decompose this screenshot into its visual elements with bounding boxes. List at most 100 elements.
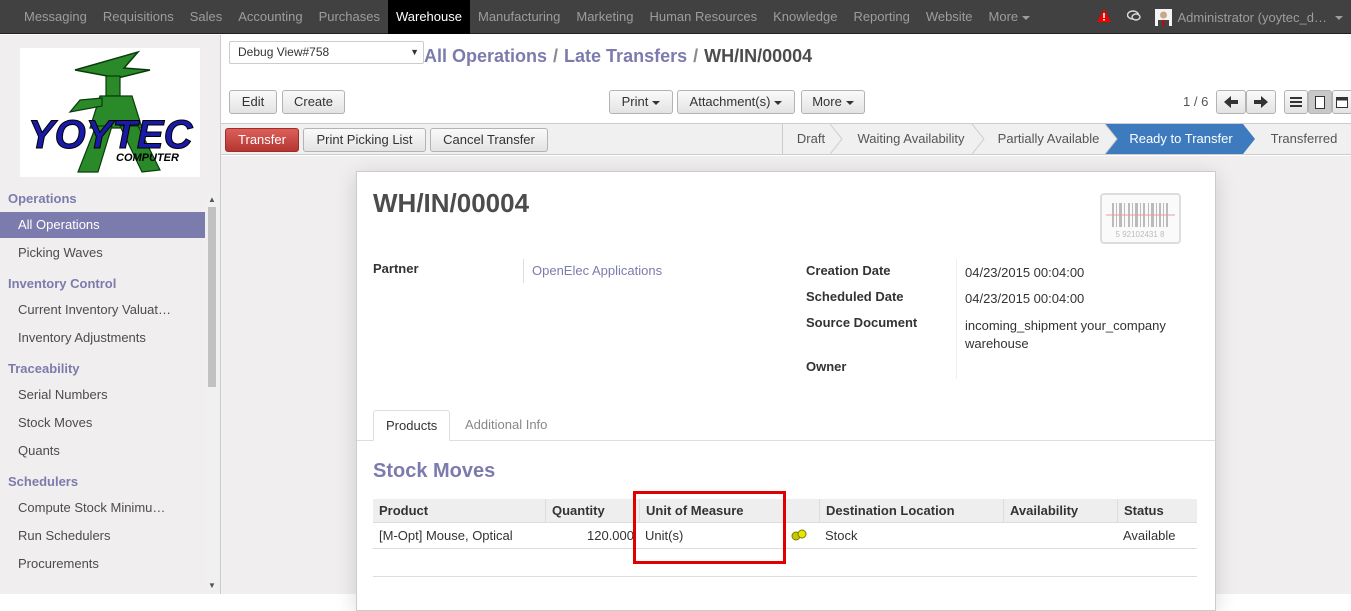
tab-products[interactable]: Products — [373, 410, 451, 441]
stage-transferred[interactable]: Transferred — [1257, 124, 1351, 154]
top-navbar: Messaging Requisitions Sales Accounting … — [0, 0, 1351, 34]
menu-website[interactable]: Website — [918, 0, 981, 34]
sidebar-item-picking-waves[interactable]: Picking Waves — [0, 240, 205, 266]
scheduled-date-label: Scheduled Date — [806, 289, 904, 304]
list-icon — [1290, 97, 1302, 107]
sidebar-item-procurements[interactable]: Procurements — [0, 551, 205, 577]
tab-additional-info[interactable]: Additional Info — [453, 410, 559, 441]
row-product: [M-Opt] Mouse, Optical — [379, 528, 513, 543]
calendar-view-button[interactable] — [1332, 90, 1351, 114]
section-traceability: Traceability — [8, 361, 80, 376]
arrow-right-icon — [1254, 96, 1268, 108]
sidebar-item-serial-numbers[interactable]: Serial Numbers — [0, 382, 205, 408]
col-destination-location[interactable]: Destination Location — [826, 503, 955, 518]
logo-subtext: COMPUTER — [116, 152, 179, 164]
section-schedulers: Schedulers — [8, 474, 79, 489]
stage-separator — [830, 124, 843, 154]
edit-button[interactable]: Edit — [229, 90, 277, 114]
user-name: Administrator (yoytec_d… — [1177, 9, 1327, 25]
company-logo[interactable]: YOYTEC COMPUTER — [20, 48, 200, 177]
debug-view-select[interactable]: Debug View#758 ▼ — [229, 41, 424, 64]
sidebar-item-inventory-adjustments[interactable]: Inventory Adjustments — [0, 325, 205, 351]
creation-date-label: Creation Date — [806, 263, 891, 278]
user-menu[interactable]: Administrator (yoytec_d… — [1177, 10, 1343, 25]
form-view-button[interactable] — [1308, 90, 1332, 114]
col-quantity[interactable]: Quantity — [552, 503, 605, 518]
transfer-button[interactable]: Transfer — [225, 128, 299, 152]
cancel-transfer-button[interactable]: Cancel Transfer — [430, 128, 548, 152]
scrollbar-thumb[interactable] — [208, 207, 216, 387]
breadcrumb-current: WH/IN/00004 — [704, 46, 813, 66]
form-sheet: WH/IN/00004 5 92102431 8 Partner OpenEle… — [356, 171, 1216, 611]
chevron-down-icon: ▼ — [410, 47, 419, 57]
breadcrumb: All Operations / Late Transfers / WH/IN/0000… — [424, 46, 813, 66]
chevron-down-icon — [652, 100, 661, 105]
create-button[interactable]: Create — [282, 90, 345, 114]
menu-more[interactable]: More — [981, 0, 1039, 34]
breadcrumb-late-transfers[interactable]: Late Transfers — [564, 46, 687, 66]
avatar[interactable] — [1155, 8, 1173, 26]
calendar-icon — [1336, 97, 1348, 108]
sidebar-scrollbar[interactable]: ▲ ▼ — [206, 195, 218, 590]
menu-warehouse[interactable]: Warehouse — [387, 0, 470, 34]
menu-messaging[interactable]: Messaging — [16, 0, 95, 34]
print-button[interactable]: Print — [609, 90, 673, 114]
chevron-down-icon — [1022, 15, 1031, 20]
row-destination: Stock — [825, 528, 858, 543]
more-button[interactable]: More — [801, 90, 865, 114]
chevron-down-icon — [845, 100, 854, 105]
sidebar-item-all-operations[interactable]: All Operations — [0, 212, 205, 238]
source-document-value: incoming_shipment your_company warehouse — [965, 318, 1166, 351]
stage-separator — [972, 124, 985, 154]
menu-sales[interactable]: Sales — [182, 0, 231, 34]
barcode-digits: 5 92102431 8 — [1116, 230, 1165, 239]
main-menu: Messaging Requisitions Sales Accounting … — [16, 0, 1038, 34]
attachments-label: Attachment(s) — [689, 94, 771, 109]
menu-knowledge[interactable]: Knowledge — [765, 0, 845, 34]
stage-separator — [1105, 124, 1120, 154]
print-picking-list-button[interactable]: Print Picking List — [303, 128, 426, 152]
sidebar-item-inventory-valuation[interactable]: Current Inventory Valuat… — [0, 297, 205, 323]
logo-text: YOYTEC — [28, 113, 194, 157]
stage-waiting-availability[interactable]: Waiting Availability — [843, 124, 979, 154]
menu-human-resources[interactable]: Human Resources — [641, 0, 765, 34]
split-lot-icon[interactable] — [791, 529, 807, 544]
uom-highlight-box — [633, 491, 786, 564]
breadcrumb-all-operations[interactable]: All Operations — [424, 46, 547, 66]
row-status: Available — [1123, 528, 1176, 543]
scroll-up-icon[interactable]: ▲ — [208, 195, 216, 204]
menu-accounting[interactable]: Accounting — [230, 0, 310, 34]
stage-partially-available[interactable]: Partially Available — [985, 124, 1112, 154]
creation-date-value: 04/23/2015 00:04:00 — [965, 265, 1085, 280]
partner-link[interactable]: OpenElec Applications — [532, 263, 662, 278]
status-bar: Transfer Print Picking List Cancel Trans… — [221, 123, 1351, 155]
debug-view-value: Debug View#758 — [238, 45, 330, 59]
scroll-down-icon[interactable]: ▼ — [208, 581, 216, 590]
barcode-image: 5 92102431 8 — [1100, 193, 1181, 244]
pager-next-button[interactable] — [1246, 90, 1276, 114]
chat-icon[interactable] — [1127, 9, 1142, 25]
menu-requisitions[interactable]: Requisitions — [95, 0, 182, 34]
sidebar: YOYTEC COMPUTER Operations All Operation… — [0, 35, 221, 594]
list-view-button[interactable] — [1284, 90, 1308, 114]
partner-label: Partner — [373, 261, 419, 276]
sidebar-item-compute-stock-minimum[interactable]: Compute Stock Minimu… — [0, 495, 205, 521]
print-label: Print — [621, 94, 649, 109]
attachments-button[interactable]: Attachment(s) — [677, 90, 795, 114]
col-status[interactable]: Status — [1124, 503, 1164, 518]
col-product[interactable]: Product — [379, 503, 428, 518]
menu-marketing[interactable]: Marketing — [568, 0, 641, 34]
menu-purchases[interactable]: Purchases — [311, 0, 388, 34]
col-availability[interactable]: Availability — [1010, 503, 1078, 518]
alert-icon[interactable] — [1097, 9, 1112, 25]
sidebar-item-run-schedulers[interactable]: Run Schedulers — [0, 523, 205, 549]
sidebar-item-stock-moves[interactable]: Stock Moves — [0, 410, 205, 436]
pager-previous-button[interactable] — [1216, 90, 1246, 114]
form-icon — [1315, 96, 1325, 109]
scheduled-date-value: 04/23/2015 00:04:00 — [965, 291, 1085, 306]
stage-ready-to-transfer[interactable]: Ready to Transfer — [1119, 124, 1243, 154]
menu-manufacturing[interactable]: Manufacturing — [470, 0, 568, 34]
sidebar-item-quants[interactable]: Quants — [0, 438, 205, 464]
source-document-label: Source Document — [806, 315, 918, 330]
menu-reporting[interactable]: Reporting — [845, 0, 917, 34]
